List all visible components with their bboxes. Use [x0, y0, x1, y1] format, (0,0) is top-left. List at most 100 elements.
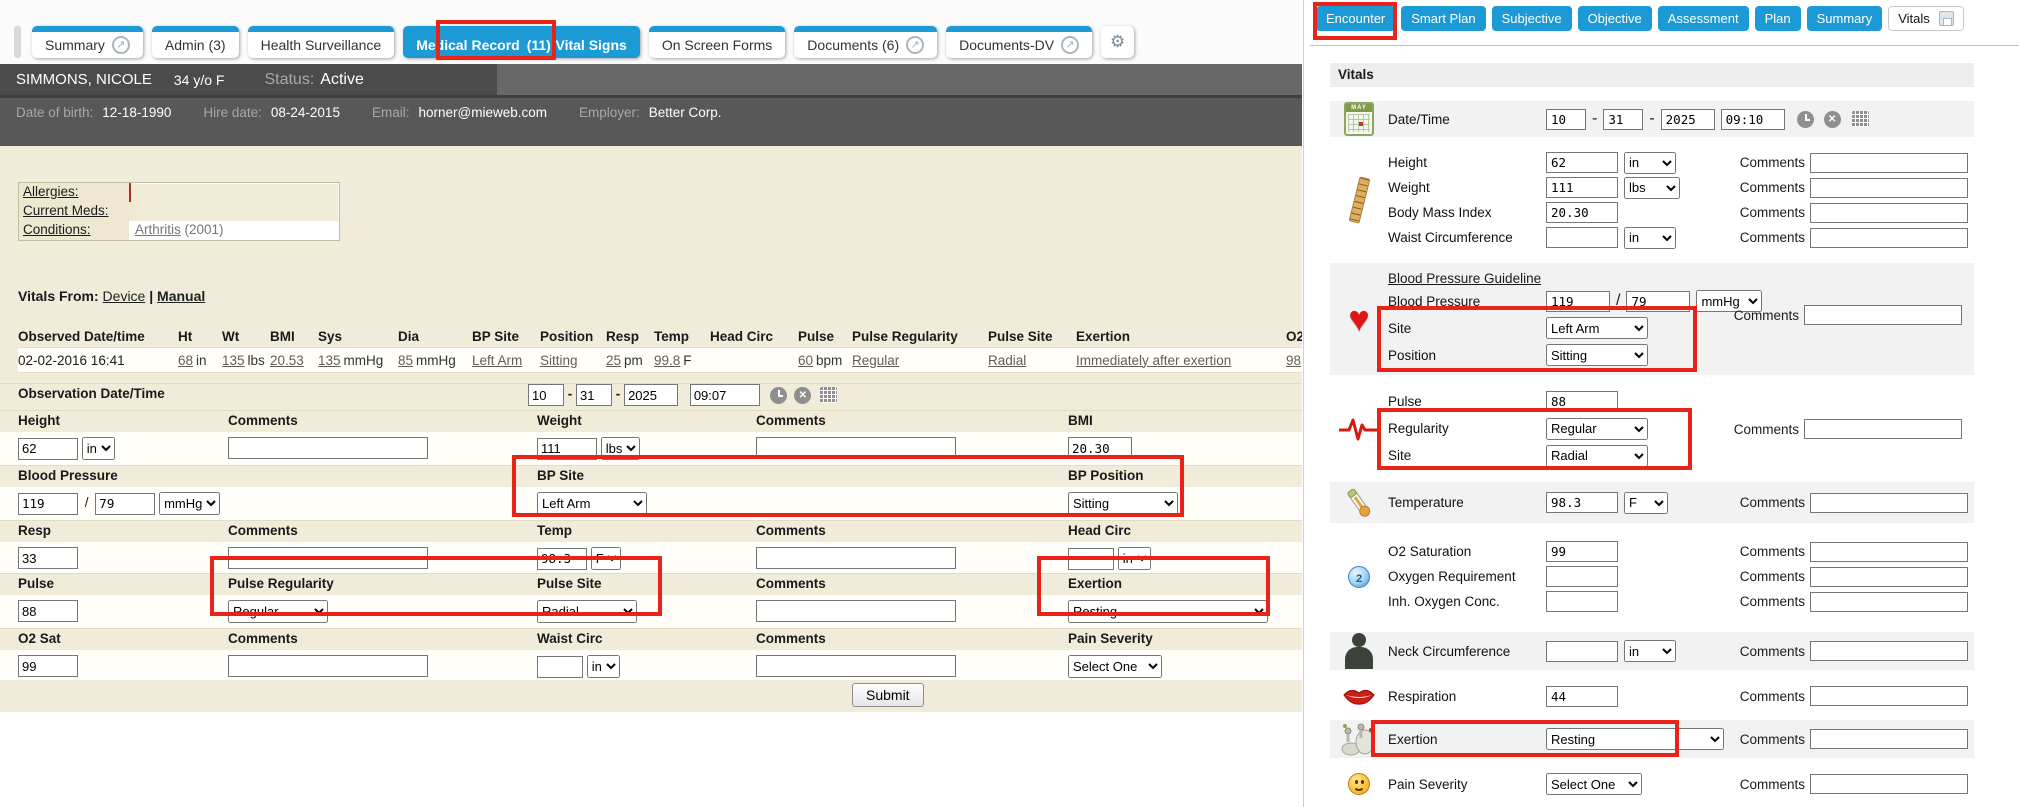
waist-circ-input[interactable]: [537, 656, 583, 678]
vitals-from-manual-link[interactable]: Manual: [157, 288, 205, 304]
wt-link[interactable]: 135: [222, 353, 245, 368]
bp-guideline-link[interactable]: Blood Pressure Guideline: [1388, 271, 1541, 286]
exertion-select[interactable]: Resting: [1068, 600, 1268, 623]
open-in-new-icon[interactable]: ↗: [112, 36, 130, 54]
tab-health-surveillance[interactable]: Health Surveillance: [248, 26, 395, 58]
rt-height-comments-input[interactable]: [1810, 153, 1968, 173]
rt-year-input[interactable]: [1661, 109, 1715, 130]
rt-time-input[interactable]: [1721, 109, 1785, 130]
rt-temperature-comments-input[interactable]: [1810, 493, 1968, 513]
o2-sat-input[interactable]: [18, 655, 78, 677]
temp-unit-select[interactable]: F: [591, 547, 621, 570]
rt-temperature-input[interactable]: [1546, 492, 1618, 513]
bp-site-select[interactable]: Left Arm: [537, 492, 647, 515]
pulse-input[interactable]: [18, 600, 78, 622]
current-meds-link[interactable]: Current Meds:: [23, 203, 109, 218]
height-unit-select[interactable]: in: [82, 437, 115, 460]
clear-icon[interactable]: ✕: [1824, 111, 1841, 128]
temp-link[interactable]: 99.8: [654, 353, 680, 368]
pulse-regularity-link[interactable]: Regular: [852, 353, 899, 368]
obs-day-input[interactable]: [576, 384, 612, 406]
tab-assessment[interactable]: Assessment: [1658, 6, 1749, 31]
waist-circ-unit-select[interactable]: in: [587, 655, 620, 678]
rt-neck-unit-select[interactable]: in: [1624, 640, 1676, 662]
rt-pulse-site-select[interactable]: Radial: [1546, 445, 1648, 467]
rt-temperature-unit-select[interactable]: F: [1624, 492, 1668, 514]
rt-bmi-input[interactable]: [1546, 202, 1618, 223]
bmi-input[interactable]: [1068, 437, 1132, 459]
tab-summary[interactable]: Summary ↗: [32, 26, 143, 58]
head-circ-input[interactable]: [1068, 548, 1114, 570]
temp-comments-input[interactable]: [756, 547, 956, 569]
rt-pulse-comments-input[interactable]: [1804, 419, 1962, 439]
condition-arthritis-link[interactable]: Arthritis: [135, 222, 181, 237]
rt-exertion-comments-input[interactable]: [1810, 729, 1968, 749]
bp-diastolic-input[interactable]: [95, 493, 155, 515]
rt-neck-input[interactable]: [1546, 641, 1618, 662]
temp-input[interactable]: [537, 548, 587, 570]
conditions-link[interactable]: Conditions:: [23, 222, 91, 237]
pulse-regularity-select[interactable]: Regular: [228, 600, 328, 623]
bp-unit-select[interactable]: mmHg: [159, 492, 220, 515]
height-comments-input[interactable]: [228, 437, 428, 459]
height-input[interactable]: [18, 438, 78, 460]
tab-objective[interactable]: Objective: [1578, 6, 1652, 31]
open-in-new-icon[interactable]: ↗: [906, 36, 924, 54]
tab-smart-plan[interactable]: Smart Plan: [1401, 6, 1485, 31]
rt-weight-input[interactable]: [1546, 177, 1618, 198]
tab-settings-button[interactable]: ⚙: [1101, 26, 1134, 58]
pulse-site-link[interactable]: Radial: [988, 353, 1026, 368]
obs-month-input[interactable]: [528, 384, 564, 406]
rt-bp-systolic-input[interactable]: [1546, 291, 1610, 312]
open-in-new-icon[interactable]: ↗: [1061, 36, 1079, 54]
rt-pulse-input[interactable]: [1546, 391, 1618, 412]
pulse-link[interactable]: 60: [798, 353, 813, 368]
rt-bp-comments-input[interactable]: [1804, 305, 1962, 325]
tab-subjective[interactable]: Subjective: [1492, 6, 1572, 31]
clock-icon[interactable]: [1797, 111, 1814, 128]
rt-bp-position-select[interactable]: Sitting: [1546, 344, 1648, 366]
rt-pain-comments-input[interactable]: [1810, 774, 1968, 794]
tab-encounter[interactable]: Encounter: [1316, 6, 1395, 31]
weight-comments-input[interactable]: [756, 437, 956, 459]
tab-summary-right[interactable]: Summary: [1807, 6, 1883, 31]
tab-overflow-stub[interactable]: [14, 26, 21, 58]
rt-oxygen-req-comments-input[interactable]: [1810, 567, 1968, 587]
tab-medical-record-vital-signs[interactable]: Medical Record (11):Vital Signs: [403, 26, 640, 58]
tab-plan[interactable]: Plan: [1755, 6, 1801, 31]
rt-bmi-comments-input[interactable]: [1810, 203, 1968, 223]
pain-severity-select[interactable]: Select One: [1068, 655, 1162, 678]
allergies-link[interactable]: Allergies:: [23, 184, 79, 199]
dia-link[interactable]: 85: [398, 353, 413, 368]
rt-pain-severity-select[interactable]: Select One: [1546, 773, 1642, 795]
clock-icon[interactable]: [770, 387, 787, 404]
sys-link[interactable]: 135: [318, 353, 341, 368]
vitals-from-device-link[interactable]: Device: [103, 288, 146, 304]
resp-input[interactable]: [18, 547, 78, 569]
rt-weight-comments-input[interactable]: [1810, 178, 1968, 198]
rt-neck-comments-input[interactable]: [1810, 641, 1968, 661]
rt-oxygen-requirement-input[interactable]: [1546, 566, 1618, 587]
calendar-icon[interactable]: [820, 387, 837, 403]
rt-day-input[interactable]: [1603, 109, 1643, 130]
pulse-comments-input[interactable]: [756, 600, 956, 622]
rt-bp-diastolic-input[interactable]: [1626, 291, 1690, 312]
tab-documents-dv[interactable]: Documents-DV ↗: [946, 26, 1092, 58]
bp-systolic-input[interactable]: [18, 493, 78, 515]
bp-site-link[interactable]: Left Arm: [472, 353, 522, 368]
rt-inh-oxygen-input[interactable]: [1546, 591, 1618, 612]
rt-waist-input[interactable]: [1546, 227, 1618, 248]
rt-pulse-regularity-select[interactable]: Regular: [1546, 418, 1648, 440]
rt-respiration-comments-input[interactable]: [1810, 686, 1968, 706]
waist-comments-input[interactable]: [756, 655, 956, 677]
rt-height-input[interactable]: [1546, 152, 1618, 173]
ht-link[interactable]: 68: [178, 353, 193, 368]
resp-comments-input[interactable]: [228, 547, 428, 569]
weight-unit-select[interactable]: lbs: [601, 437, 640, 460]
weight-input[interactable]: [537, 438, 597, 460]
head-circ-unit-select[interactable]: in: [1118, 547, 1151, 570]
rt-weight-unit-select[interactable]: lbs: [1624, 177, 1680, 199]
rt-exertion-select[interactable]: Resting: [1546, 728, 1724, 750]
rt-month-input[interactable]: [1546, 109, 1586, 130]
o2-comments-input[interactable]: [228, 655, 428, 677]
